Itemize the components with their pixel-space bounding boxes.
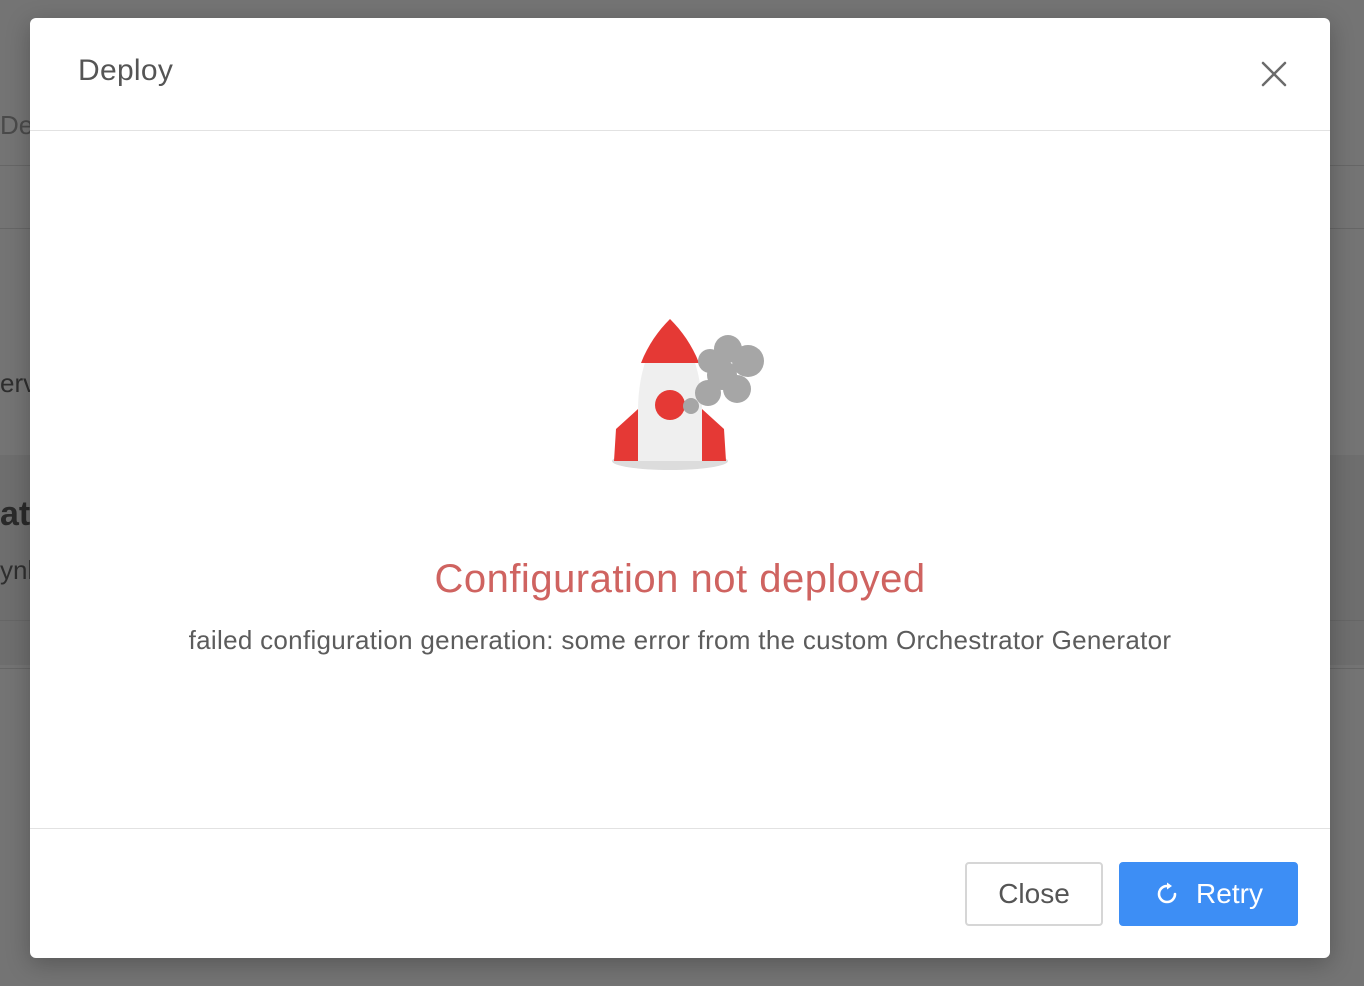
modal-body: Configuration not deployed failed config… — [30, 131, 1330, 828]
error-title: Configuration not deployed — [434, 557, 926, 601]
retry-button-label: Retry — [1196, 878, 1263, 909]
background-heading: ati — [0, 495, 30, 533]
background-text: Depl — [0, 110, 30, 140]
modal-footer: Close Retry — [30, 828, 1330, 959]
close-button[interactable]: Close — [965, 862, 1103, 926]
background-text: ynl — [0, 555, 30, 585]
background-text: ervi — [0, 368, 30, 398]
modal-header: Deploy — [30, 18, 1330, 131]
error-message: failed configuration generation: some er… — [188, 625, 1172, 655]
modal-title: Deploy — [78, 54, 174, 87]
deploy-modal: Deploy Configuration not deployed failed… — [30, 18, 1330, 958]
crashed-rocket-icon — [610, 311, 790, 491]
retry-button[interactable]: Retry — [1119, 862, 1298, 926]
close-button-label: Close — [998, 878, 1070, 909]
close-icon[interactable] — [1258, 58, 1290, 90]
refresh-icon — [1154, 881, 1180, 907]
